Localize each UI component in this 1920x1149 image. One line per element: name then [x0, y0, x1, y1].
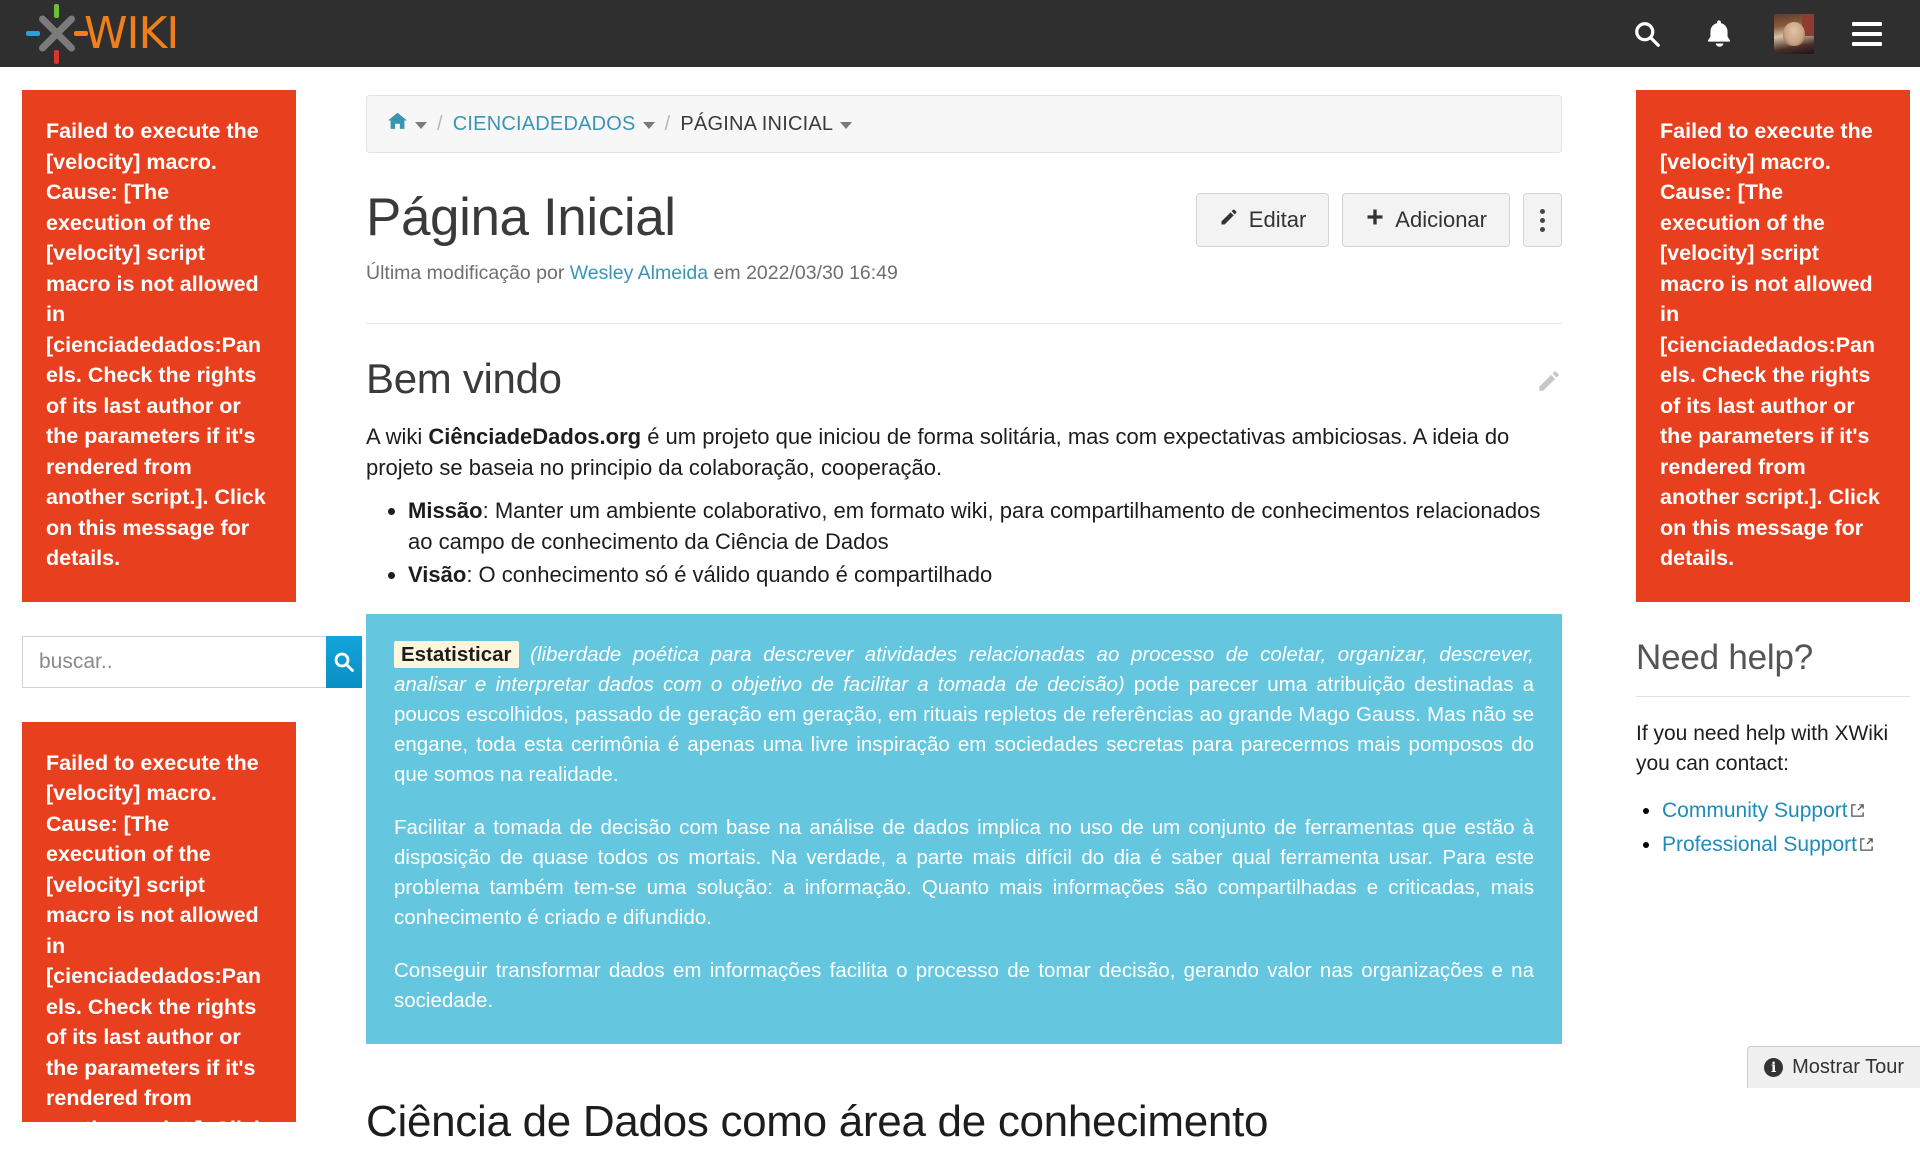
left-sidebar: Failed to execute the [velocity] macro. … [22, 90, 362, 1122]
search-icon[interactable] [1630, 17, 1664, 51]
bell-icon[interactable] [1702, 17, 1736, 51]
author-link[interactable]: Wesley Almeida [570, 262, 708, 284]
top-navigation-bar: WIKI [0, 0, 1920, 67]
list-item: Visão: O conhecimento só é válido quando… [408, 559, 1562, 590]
show-tour-label: Mostrar Tour [1792, 1056, 1904, 1078]
bullet-text: : Manter um ambiente colaborativo, em fo… [408, 497, 1541, 554]
add-button[interactable]: Adicionar [1342, 193, 1510, 247]
last-modification-info: Última modificação por Wesley Almeida em… [366, 262, 898, 285]
modified-date: 2022/03/30 16:49 [746, 262, 898, 285]
breadcrumb-separator-1: / [437, 112, 443, 135]
welcome-section-header: Bem vindo [366, 354, 1562, 404]
edit-button-label: Editar [1248, 207, 1307, 232]
page-action-buttons: Editar Adicionar [1195, 193, 1562, 247]
need-help-title: Need help? [1636, 637, 1814, 677]
page-header: Página Inicial Última modificação por We… [366, 187, 1562, 285]
velocity-error-panel-bottom[interactable]: Failed to execute the [velocity] macro. … [22, 721, 296, 1122]
vertical-dots-icon [1540, 208, 1545, 232]
bullet-text: : O conhecimento só é válido quando é co… [466, 561, 993, 587]
more-actions-button[interactable] [1523, 193, 1562, 247]
info-box: Estatisticar (liberdade poética para des… [366, 613, 1562, 1044]
list-item: Community Support [1662, 795, 1910, 827]
edit-button[interactable]: Editar [1195, 193, 1330, 247]
highlighted-term: Estatisticar [394, 640, 519, 668]
plus-icon [1365, 207, 1385, 233]
breadcrumb-separator-2: / [664, 112, 671, 135]
support-links-list: Community Support Professional Support [1636, 795, 1910, 861]
hamburger-menu-icon[interactable] [1852, 21, 1882, 46]
home-icon[interactable] [387, 111, 408, 137]
community-support-link[interactable]: Community Support [1662, 799, 1848, 822]
search-submit-button[interactable] [326, 635, 362, 688]
list-item: Missão: Manter um ambiente colaborativo,… [408, 495, 1562, 557]
intro-paragraph: A wiki CiênciadeDados.org é um projeto q… [366, 421, 1562, 483]
right-sidebar: Failed to execute the [velocity] macro. … [1636, 90, 1910, 863]
breadcrumb: / CIENCIADEDADOS / PÁGINA INICIAL [366, 95, 1562, 153]
space-dropdown-caret-icon[interactable] [642, 122, 655, 129]
page-body: Failed to execute the [velocity] macro. … [0, 67, 1920, 1146]
xwiki-logo[interactable]: WIKI [26, 3, 179, 65]
modified-prefix: Última modificação por [366, 262, 565, 285]
xwiki-x-mark-icon [26, 3, 88, 65]
sidebar-search [22, 635, 362, 688]
breadcrumb-current-page: PÁGINA INICIAL [680, 112, 834, 135]
bullet-label: Visão [408, 561, 467, 587]
infobox-paragraph-3: Conseguir transformar dados em informaçõ… [394, 958, 1534, 1012]
add-button-label: Adicionar [1395, 207, 1487, 232]
page-title: Página Inicial [366, 188, 676, 247]
infobox-paragraph-1: Estatisticar (liberdade poética para des… [394, 640, 1534, 790]
logo-wordmark: WIKI [84, 7, 179, 59]
section-edit-pencil-icon[interactable] [1536, 368, 1562, 399]
infobox-paragraph-2: Facilitar a tomada de decisão com base n… [394, 815, 1534, 929]
list-item: Professional Support [1662, 829, 1910, 861]
need-help-divider [1636, 695, 1910, 697]
need-help-text: If you need help with XWiki you can cont… [1636, 721, 1889, 775]
mission-vision-list: Missão: Manter um ambiente colaborativo,… [366, 495, 1562, 590]
main-content: / CIENCIADEDADOS / PÁGINA INICIAL Página… [366, 95, 1562, 1149]
home-dropdown-caret-icon[interactable] [415, 122, 427, 129]
section-title-bem-vindo: Bem vindo [366, 355, 562, 403]
pencil-icon [1219, 207, 1239, 233]
site-name-strong: CiênciadeDados.org [428, 423, 642, 449]
top-bar-actions [1630, 13, 1882, 54]
bullet-label: Missão [408, 497, 483, 523]
external-link-icon [1850, 800, 1865, 823]
show-tour-button[interactable]: i Mostrar Tour [1747, 1046, 1920, 1088]
breadcrumb-space-link[interactable]: CIENCIADEDADOS [453, 113, 636, 136]
search-input[interactable] [22, 635, 326, 688]
velocity-error-panel-right[interactable]: Failed to execute the [velocity] macro. … [1636, 90, 1910, 602]
avatar[interactable] [1774, 13, 1814, 54]
modified-middle: em [713, 262, 741, 285]
intro-text-before: A wiki [366, 423, 429, 449]
info-icon: i [1764, 1058, 1784, 1077]
section-title-ciencia-de-dados: Ciência de Dados como área de conhecimen… [366, 1096, 1269, 1146]
page-dropdown-caret-icon[interactable] [840, 122, 853, 129]
professional-support-link[interactable]: Professional Support [1662, 833, 1857, 856]
velocity-error-panel-top[interactable]: Failed to execute the [velocity] macro. … [22, 90, 296, 602]
header-divider [366, 323, 1562, 325]
external-link-icon [1859, 834, 1874, 857]
